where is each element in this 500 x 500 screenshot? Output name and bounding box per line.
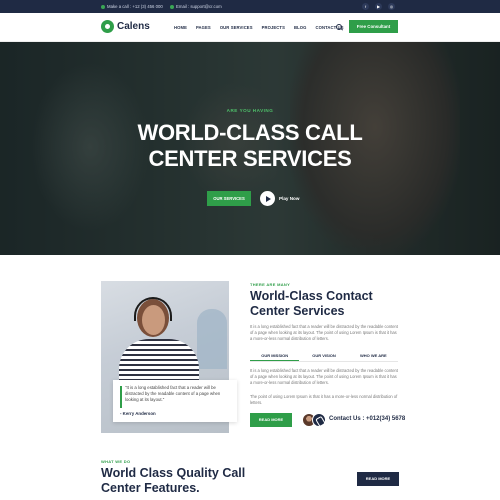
main-nav: HOME PAGES OUR SERVICES PROJECTS BLOG CO…: [174, 25, 353, 30]
nav-item-pages[interactable]: PAGES: [196, 25, 211, 30]
tab-our-mission[interactable]: OUR MISSION: [250, 350, 300, 361]
about-title: World-Class Contact Center Services: [250, 289, 373, 318]
features-title: World Class Quality Call Center Features…: [101, 466, 246, 495]
logo-icon: [101, 20, 114, 33]
email-info[interactable]: Email : support@cr.com: [170, 4, 222, 9]
hero-title-line2: CENTER SERVICES: [148, 146, 352, 171]
nav-item-projects[interactable]: PROJECTS: [262, 25, 285, 30]
about-description: It is a long established fact that a rea…: [250, 324, 398, 341]
tab-content-text: It is a long established fact that a rea…: [250, 368, 398, 385]
phone-text: Make a call : +12 (3) 456 000: [107, 4, 163, 9]
nav-item-home[interactable]: HOME: [174, 25, 187, 30]
email-text: Email : support@cr.com: [176, 4, 222, 9]
free-consultant-button[interactable]: Free Consultant: [349, 20, 398, 33]
mail-icon: [170, 4, 174, 9]
our-services-button[interactable]: OUR SERVICES: [207, 191, 251, 206]
headset-icon: [134, 297, 172, 321]
tab-content-text-2: The point of using Lorem Ipsum is that i…: [250, 394, 398, 405]
background-person: [197, 309, 227, 369]
site-header: Calens HOME PAGES OUR SERVICES PROJECTS …: [0, 13, 500, 42]
hero-title: WORLD-CLASS CALL CENTER SERVICES: [0, 120, 500, 172]
logo-text: Calens: [117, 21, 150, 32]
contact-phone[interactable]: Contact Us : +012(34) 5678: [329, 416, 405, 422]
youtube-icon[interactable]: ▶: [375, 3, 382, 10]
features-read-more-button[interactable]: READ MORE: [357, 472, 399, 486]
play-now-label[interactable]: Play Now: [279, 196, 299, 201]
nav-item-services[interactable]: OUR SERVICES: [220, 25, 253, 30]
testimonial-author: - Kerry Anderson: [120, 411, 156, 416]
about-tabs: OUR MISSION OUR VISION WHO WE ARE: [250, 350, 398, 362]
facebook-icon[interactable]: f: [362, 3, 369, 10]
testimonial-card: "It is a long established fact that a re…: [113, 380, 237, 422]
logo[interactable]: Calens: [101, 20, 150, 33]
instagram-icon[interactable]: ◎: [388, 3, 395, 10]
phone-icon: [101, 4, 105, 9]
phone-icon: [312, 413, 326, 427]
testimonial-quote: "It is a long established fact that a re…: [125, 385, 221, 402]
hero-kicker: ARE YOU HAVING: [226, 108, 274, 113]
hero-title-line1: WORLD-CLASS CALL: [137, 120, 363, 145]
top-bar: Make a call : +12 (3) 456 000 Email : su…: [0, 0, 500, 13]
nav-item-blog[interactable]: BLOG: [294, 25, 307, 30]
quote-accent-bar: [120, 386, 122, 408]
about-kicker: THERE ARE MANY: [250, 282, 291, 287]
features-kicker: WHAT WE DO: [101, 459, 131, 464]
tab-our-vision[interactable]: OUR VISION: [299, 350, 348, 361]
search-icon[interactable]: [336, 24, 342, 30]
phone-info[interactable]: Make a call : +12 (3) 456 000: [101, 4, 163, 9]
tab-who-we-are[interactable]: WHO WE ARE: [349, 350, 398, 361]
play-icon[interactable]: [260, 191, 275, 206]
read-more-button[interactable]: READ MORE: [250, 413, 292, 427]
